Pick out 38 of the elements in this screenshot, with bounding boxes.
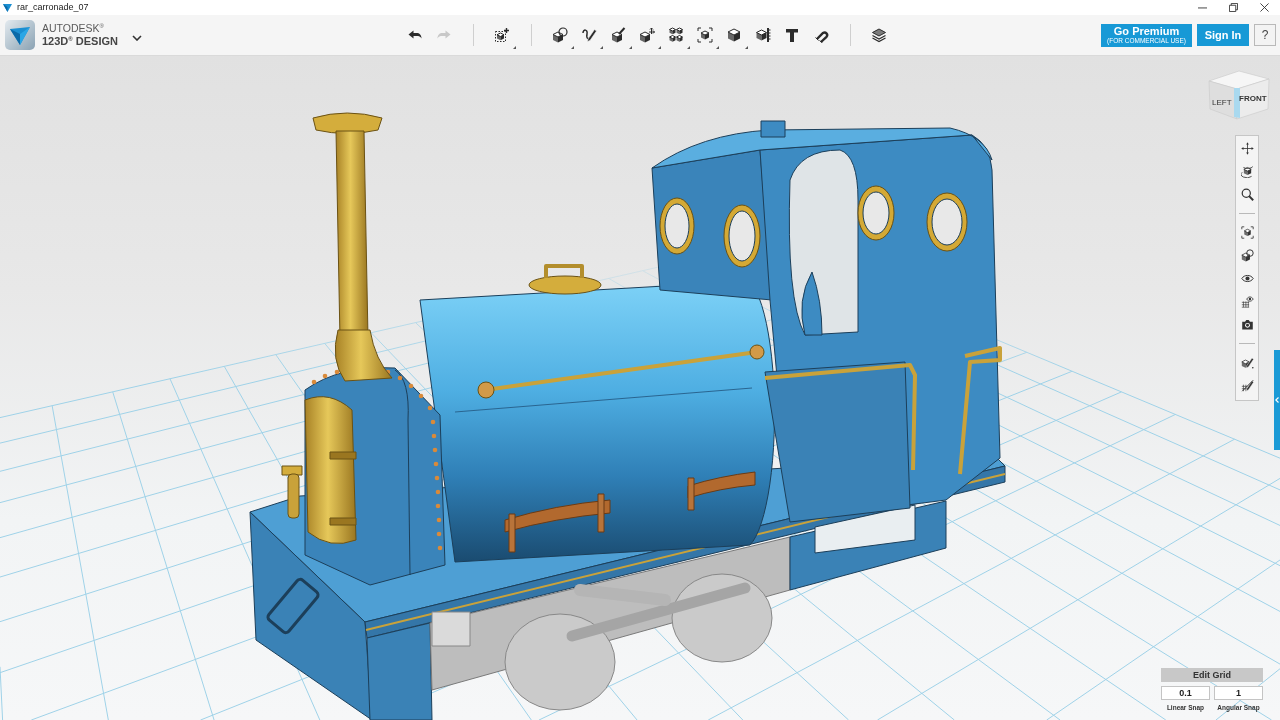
cube-face-label: LEFT [1212, 98, 1232, 107]
eye-icon [1240, 272, 1254, 285]
chevron-left-icon [1275, 397, 1279, 403]
app-icon [3, 3, 12, 12]
text-icon [784, 27, 800, 43]
restore-icon [1229, 3, 1238, 12]
grid-eye-icon [1240, 295, 1254, 308]
camera-icon [1240, 318, 1254, 331]
app-logo-icon [5, 20, 35, 50]
edit-grid-button[interactable]: Edit Grid [1161, 668, 1263, 682]
brand-name: AUTODESK$^{®}$ [42, 22, 105, 35]
window-title: rar_carronade_07 [17, 2, 89, 13]
cube-pencil-icon [1240, 356, 1254, 369]
cube-face-label: FRONT [1239, 94, 1267, 103]
snap-value-field[interactable]: 1 [1214, 686, 1263, 700]
close-icon [1260, 3, 1269, 12]
view-cube[interactable]: LEFT FRONT [1206, 66, 1272, 122]
help-button[interactable]: ? [1254, 24, 1276, 46]
pencil-slash-icon [1240, 379, 1254, 392]
chevron-down-icon [131, 35, 142, 41]
cube-arrows-icon [639, 27, 655, 43]
move-icon [1240, 142, 1254, 155]
cube-icon [726, 27, 742, 43]
panel-toggle-handle[interactable] [1274, 350, 1280, 450]
cube-plus-icon [494, 27, 510, 43]
cube-circle-icon [552, 27, 568, 43]
snap-value-field[interactable]: 0.1 [1161, 686, 1210, 700]
product-name: 123D$^{®}$ DESIGN [42, 35, 118, 48]
cube-frame-icon [697, 27, 713, 43]
orbit-icon [1240, 165, 1254, 178]
cube-frame-icon [1240, 226, 1254, 239]
layers-icon [871, 27, 887, 43]
cube-brush-icon [610, 27, 626, 43]
cube-grid-icon [668, 27, 684, 43]
cube-circle-icon [1240, 249, 1254, 262]
pencil-curve-icon [581, 27, 597, 43]
cube-ruler-icon [755, 27, 771, 43]
zoom-icon [1240, 188, 1254, 201]
